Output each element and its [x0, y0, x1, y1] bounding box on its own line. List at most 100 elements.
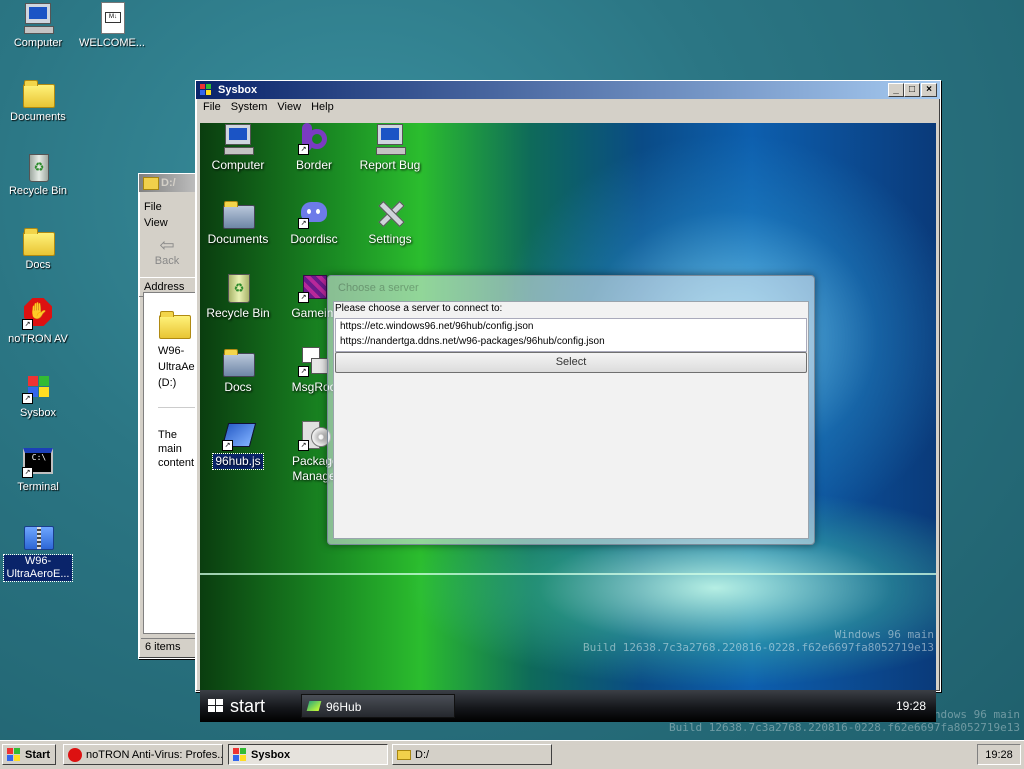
- desktop-icon-computer[interactable]: Computer: [2, 2, 74, 50]
- windows-logo-icon: [233, 748, 247, 762]
- server-option[interactable]: https://nandertga.ddns.net/w96-packages/…: [336, 334, 806, 349]
- minimize-button[interactable]: _: [888, 83, 904, 97]
- recycle-bin-icon: ♻: [22, 150, 54, 182]
- icon-label: Recycle Bin: [206, 306, 270, 320]
- menu-file[interactable]: File: [139, 199, 167, 215]
- inner-start-button[interactable]: start: [200, 690, 288, 722]
- terminal-icon: C:\ ↗: [22, 446, 54, 478]
- desktop-icon-terminal[interactable]: C:\ ↗ Terminal: [2, 446, 74, 494]
- explorer-content: W96-UltraAe (D:) The main content: [143, 292, 199, 634]
- explorer-menubar: FileView: [139, 199, 199, 231]
- dialog-prompt: Please choose a server to connect to:: [335, 303, 503, 314]
- window-title: Sysbox: [218, 84, 258, 96]
- tools-icon: [374, 197, 406, 229]
- desktop-icon-recycle-bin[interactable]: ♻ Recycle Bin: [2, 150, 74, 198]
- icon-label: Report Bug: [359, 158, 421, 172]
- drive-label: W96-UltraAe (D:): [158, 345, 195, 389]
- choose-server-dialog[interactable]: Choose a server Please choose a server t…: [327, 275, 815, 545]
- sysbox-titlebar[interactable]: Sysbox _ □ ×: [196, 81, 940, 99]
- desktop-icon-label: Recycle Bin: [8, 185, 68, 197]
- close-button[interactable]: ×: [921, 83, 937, 97]
- desktop-icon-label: W96-UltraAeroE...: [3, 554, 73, 582]
- windows-logo-icon: [7, 748, 21, 762]
- maximize-button[interactable]: □: [904, 83, 920, 97]
- sysbox-icon-recycle-bin[interactable]: ♻ Recycle Bin: [200, 271, 276, 321]
- select-button[interactable]: Select: [335, 352, 807, 373]
- watermark-line: Build 12638.7c3a2768.220816-0228.f62e669…: [583, 641, 934, 654]
- desktop-icon-label: WELCOME...: [78, 37, 145, 49]
- taskbar-item-label: D:/: [415, 749, 430, 761]
- window-title: D:/: [161, 177, 176, 189]
- desktop-icon-sysbox[interactable]: ↗ Sysbox: [2, 372, 74, 420]
- start-label: Start: [25, 749, 51, 761]
- sysbox-icon-docs[interactable]: Docs: [200, 345, 276, 395]
- desktop-icon-label: Documents: [10, 111, 66, 123]
- inner-task-label: 96Hub: [326, 700, 362, 714]
- documents-folder-icon: [22, 76, 55, 108]
- sysbox-icon-settings[interactable]: Settings: [352, 197, 428, 247]
- markdown-file-icon: M↓: [96, 2, 128, 34]
- icon-label: Border: [295, 158, 333, 172]
- status-bar: 6 items: [141, 638, 199, 655]
- watermark-line: Build 12638.7c3a2768.220816-0228.f62e669…: [669, 721, 1020, 734]
- inner-start-label: start: [230, 696, 266, 716]
- back-button[interactable]: ⇦ Back: [145, 235, 189, 275]
- desktop-icon-w96-ultraaero[interactable]: W96-UltraAeroE...: [2, 520, 74, 582]
- sysbox-icon-computer[interactable]: Computer: [200, 123, 276, 173]
- drive-description: The main content: [158, 407, 198, 470]
- icon-label: Doordisc: [290, 232, 338, 246]
- menu-view[interactable]: View: [272, 99, 306, 115]
- sysbox-icon-documents[interactable]: Documents: [200, 197, 276, 247]
- folder-icon: [222, 345, 255, 377]
- taskbar-item-explorer[interactable]: D:/: [392, 744, 552, 765]
- windows-logo-icon: ↗: [22, 372, 54, 404]
- explorer-titlebar[interactable]: D:/: [139, 174, 199, 192]
- icon-label: Settings: [368, 232, 412, 246]
- discord-icon: ↗: [298, 197, 330, 229]
- documents-folder-icon: [222, 197, 255, 229]
- script-file-icon: ↗: [221, 419, 257, 451]
- menu-view[interactable]: View: [139, 215, 173, 231]
- server-option[interactable]: https://etc.windows96.net/96hub/config.j…: [336, 319, 806, 334]
- computer-bug-icon: [374, 123, 406, 155]
- desktop-icon-label: Sysbox: [19, 407, 57, 419]
- taskbar-item-label: noTRON Anti-Virus: Profes...: [86, 749, 223, 761]
- desktop-icon-documents[interactable]: Documents: [2, 76, 74, 124]
- windows-flag-icon: [208, 699, 224, 713]
- sysbox-icon-border[interactable]: ↗ Border: [276, 123, 352, 173]
- start-button[interactable]: Start: [2, 744, 56, 765]
- explorer-window[interactable]: D:/ FileView ⇦ Back Address W96-UltraAe …: [138, 173, 200, 659]
- desktop-icon-notron-av[interactable]: ✋ ↗ noTRON AV: [2, 298, 74, 346]
- sysbox-icon-96hub[interactable]: ↗ 96hub.js: [200, 419, 276, 470]
- desktop-icon-label: Docs: [25, 259, 51, 271]
- server-list[interactable]: https://etc.windows96.net/96hub/config.j…: [335, 318, 807, 352]
- recycle-bin-icon: ♻: [222, 271, 254, 303]
- border-app-icon: ↗: [298, 123, 330, 155]
- taskbar-item-notron[interactable]: noTRON Anti-Virus: Profes...: [63, 744, 223, 765]
- game-cube-icon: ↗: [298, 271, 330, 303]
- icon-label: Docs: [224, 380, 252, 394]
- desktop-icon-label: Computer: [13, 37, 63, 49]
- menu-system[interactable]: System: [226, 99, 273, 115]
- sysbox-taskbar: start 96Hub 19:28: [200, 690, 936, 722]
- inner-task-96hub[interactable]: 96Hub: [301, 694, 455, 718]
- taskbar-item-label: Sysbox: [251, 749, 291, 761]
- folder-icon: [143, 177, 159, 190]
- computer-icon: [222, 123, 254, 155]
- inner-clock: 19:28: [895, 699, 926, 713]
- chat-windows-icon: ↗: [298, 345, 330, 377]
- menu-help[interactable]: Help: [306, 99, 339, 115]
- menu-file[interactable]: File: [198, 99, 226, 115]
- desktop-icon-welcome[interactable]: M↓ WELCOME...: [76, 2, 148, 50]
- sysbox-icon-report-bug[interactable]: Report Bug: [352, 123, 428, 173]
- dialog-title: Choose a server: [338, 282, 419, 294]
- taskbar-item-sysbox[interactable]: Sysbox: [228, 744, 388, 765]
- zip-folder-icon: [22, 520, 54, 552]
- dialog-body: Please choose a server to connect to: ht…: [333, 301, 809, 539]
- desktop-icon-label: noTRON AV: [8, 333, 68, 345]
- sysbox-icon-doordisc[interactable]: ↗ Doordisc: [276, 197, 352, 247]
- folder-icon: [22, 224, 55, 256]
- desktop-icon-docs[interactable]: Docs: [2, 224, 74, 272]
- icon-label: 96hub.js: [212, 453, 264, 470]
- back-arrow-icon: ⇦: [159, 235, 175, 255]
